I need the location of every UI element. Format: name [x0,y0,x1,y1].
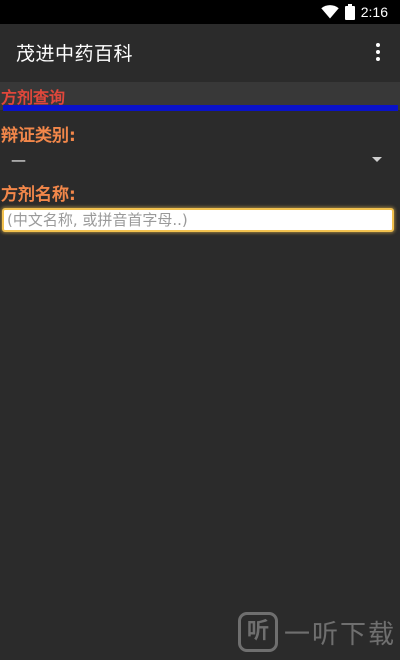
category-selected-value: — [11,151,26,169]
status-icons: 2:16 [321,3,388,21]
name-label: 方剂名称: [1,185,76,205]
wifi-icon [321,5,339,19]
category-dropdown[interactable]: — [0,148,392,174]
menu-dot [376,57,380,61]
menu-dot [376,43,380,47]
app-title: 茂进中药百科 [16,43,134,65]
app-bar: 茂进中药百科 [0,24,400,80]
watermark-text: 一听下载 [283,619,396,650]
watermark: 听 一听下载 [237,608,396,656]
menu-dot [376,50,380,54]
prescription-name-input[interactable] [2,208,394,232]
app-screen: 2:16 茂进中药百科 方剂查询 辩证类别: — 方剂名称: 听 一听下载 [0,0,400,660]
category-label: 辩证类别: [1,126,76,146]
status-bar: 2:16 [0,0,400,24]
section-divider [3,105,398,111]
overflow-menu-icon[interactable] [366,40,390,64]
status-clock: 2:16 [360,4,388,20]
watermark-logo-icon: 听 [237,612,278,652]
dropdown-arrow-icon [372,157,382,162]
battery-icon [344,4,355,20]
